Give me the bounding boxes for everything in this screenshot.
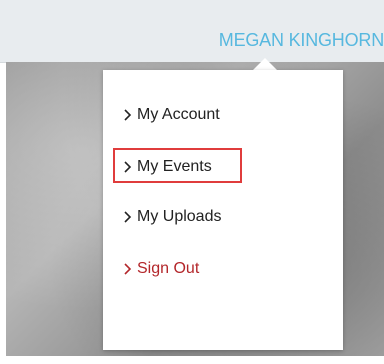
user-menu-toggle[interactable]: MEGAN KINGHORN bbox=[219, 30, 384, 51]
top-bar: MEGAN KINGHORN bbox=[0, 0, 384, 63]
menu-item-sign-out[interactable]: Sign Out bbox=[122, 260, 199, 278]
chevron-right-icon bbox=[122, 262, 133, 276]
menu-item-label: My Account bbox=[137, 106, 220, 123]
chevron-right-icon bbox=[122, 210, 133, 224]
chevron-right-icon bbox=[122, 108, 133, 122]
menu-item-my-account[interactable]: My Account bbox=[122, 106, 220, 124]
chevron-right-icon bbox=[122, 160, 133, 174]
menu-item-label: My Uploads bbox=[137, 208, 222, 225]
user-dropdown-menu: My Account My Events My Uploads Sign Out bbox=[103, 70, 343, 350]
menu-item-label: Sign Out bbox=[137, 260, 200, 277]
menu-item-my-events[interactable]: My Events bbox=[122, 158, 212, 176]
page: MEGAN KINGHORN My Account My Events My U… bbox=[0, 0, 384, 364]
menu-item-label: My Events bbox=[137, 158, 212, 175]
menu-item-my-uploads[interactable]: My Uploads bbox=[122, 208, 221, 226]
menu-caret bbox=[253, 58, 277, 70]
